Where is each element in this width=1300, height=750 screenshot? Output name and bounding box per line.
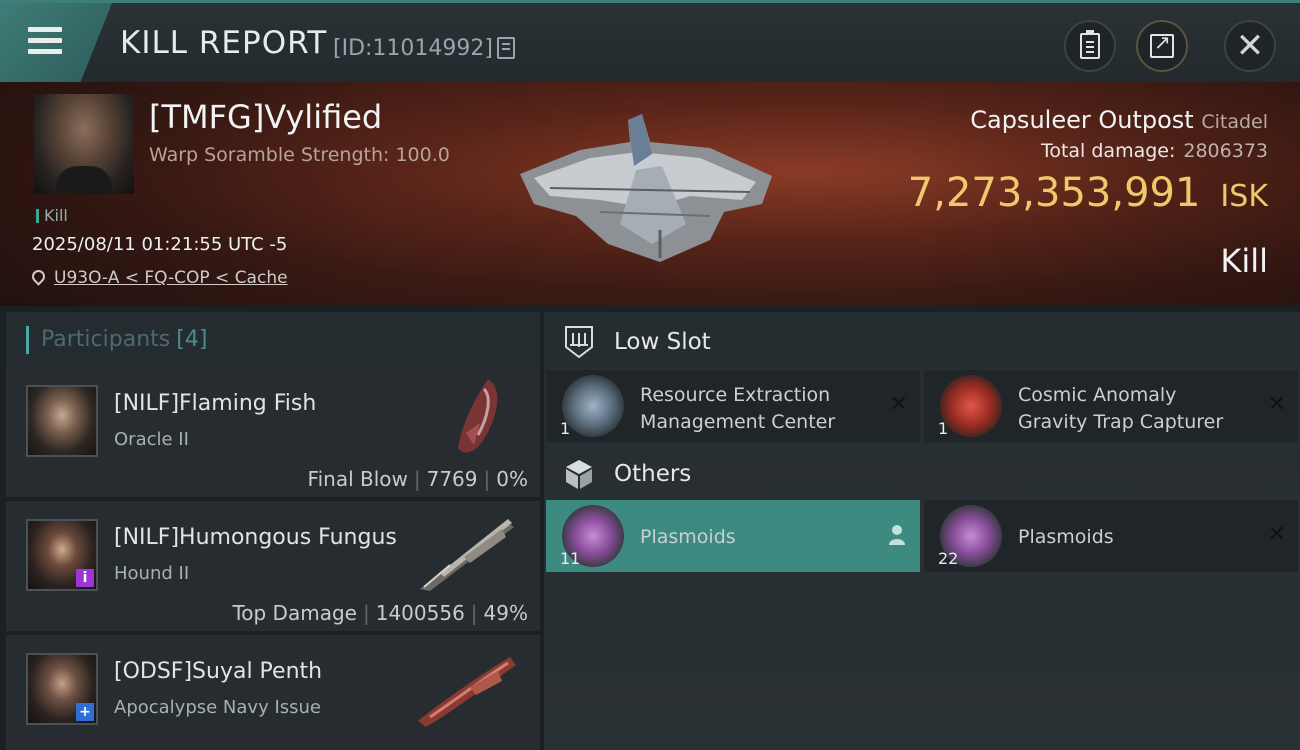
participant-avatar[interactable]: +	[26, 653, 98, 725]
victim-banner: [TMFG]Vylified Warp Soramble Strength: 1…	[0, 82, 1300, 306]
participant-damage: 1400556	[375, 601, 465, 625]
participant-ship: Apocalypse Navy Issue	[114, 697, 321, 718]
stats-separator: |	[470, 601, 478, 625]
person-icon[interactable]	[888, 524, 906, 546]
participant-stats: Top Damage | 1400556 | 49%	[232, 601, 528, 625]
participant-stats: Final Blow | 7769 | 0%	[308, 467, 528, 491]
participant-ship-image[interactable]	[410, 641, 520, 727]
remove-icon[interactable]: ✕	[1268, 392, 1286, 417]
low-slot-icon	[565, 326, 593, 359]
participant-ship-image[interactable]	[410, 373, 520, 459]
participant-damage: 7769	[426, 467, 478, 491]
kill-location-link[interactable]: U93O-A < FQ-COP < Cache	[29, 267, 288, 288]
clipboard-button[interactable]	[1064, 20, 1116, 72]
isk-amount: 7,273,353,991	[907, 170, 1201, 216]
location-pin-icon	[29, 267, 48, 286]
item-quantity: 1	[560, 419, 571, 438]
total-damage: Total damage: 2806373	[1041, 140, 1268, 162]
item-quantity: 1	[938, 419, 949, 438]
location-text: U93O-A < FQ-COP < Cache	[54, 268, 288, 288]
share-icon	[1150, 30, 1174, 58]
close-button[interactable]: ✕	[1224, 20, 1276, 72]
low-slot-item[interactable]: 1 Resource Extraction Management Center …	[546, 370, 920, 442]
participant-role: Final Blow	[307, 467, 408, 491]
participant-row[interactable]: i [NILF]Humongous Fungus Hound II Top Da…	[6, 501, 540, 635]
plus-badge-icon: +	[76, 703, 94, 721]
menu-icon	[28, 27, 62, 55]
participant-avatar[interactable]	[26, 385, 98, 457]
participant-name: [NILF]Humongous Fungus	[114, 525, 397, 550]
close-icon: ✕	[1235, 26, 1265, 66]
victim-portrait[interactable]	[34, 94, 134, 194]
participant-avatar[interactable]: i	[26, 519, 98, 591]
kill-tag: Kill	[36, 206, 68, 225]
item-name: Plasmoids	[640, 526, 736, 548]
info-badge-icon: i	[76, 569, 94, 587]
remove-icon[interactable]: ✕	[890, 392, 908, 417]
others-label: Others	[614, 461, 692, 487]
isk-value: 7,273,353,991 ISK	[908, 170, 1268, 216]
stats-separator: |	[413, 467, 421, 491]
kill-datetime: 2025/08/11 01:21:55 UTC -5	[32, 234, 288, 255]
participants-count: [4]	[176, 327, 208, 352]
participant-name: [NILF]Flaming Fish	[114, 391, 317, 416]
participants-panel: Participants [4] [NILF]Flaming Fish Orac…	[6, 312, 540, 750]
share-button[interactable]	[1136, 20, 1188, 72]
item-name-line: Management Center	[640, 411, 836, 433]
isk-unit: ISK	[1220, 179, 1268, 214]
cube-icon	[566, 460, 592, 489]
item-name-line: Gravity Trap Capturer	[1018, 411, 1224, 433]
participant-ship-image[interactable]	[410, 507, 520, 593]
copy-icon[interactable]	[497, 37, 515, 59]
participant-role: Top Damage	[232, 601, 357, 625]
item-name-line: Cosmic Anomaly	[1018, 384, 1177, 406]
participant-row[interactable]: + [ODSF]Suyal Penth Apocalypse Navy Issu…	[6, 635, 540, 750]
victim-ship-type: Capsuleer Outpost Citadel	[970, 106, 1268, 134]
item-quantity: 11	[560, 549, 581, 568]
participants-header: Participants [4]	[6, 312, 540, 367]
report-id: [ID:11014992]	[333, 36, 493, 61]
menu-button[interactable]	[0, 3, 112, 82]
participant-name: [ODSF]Suyal Penth	[114, 659, 323, 684]
total-damage-value: 2806373	[1183, 140, 1268, 162]
result-label: Kill	[1220, 242, 1268, 280]
cargo-item-selected[interactable]: 11 Plasmoids	[546, 500, 920, 572]
participant-ship: Oracle II	[114, 429, 189, 450]
low-slot-item[interactable]: 1 Cosmic Anomaly Gravity Trap Capturer ✕	[924, 370, 1298, 442]
participant-percent: 0%	[496, 467, 528, 491]
remove-icon[interactable]: ✕	[1268, 522, 1286, 547]
victim-ship-image[interactable]	[510, 112, 790, 272]
participant-ship: Hound II	[114, 563, 190, 584]
participants-label: Participants	[41, 327, 171, 352]
participant-percent: 49%	[483, 601, 528, 625]
stats-separator: |	[362, 601, 370, 625]
item-quantity: 22	[938, 549, 959, 568]
stats-separator: |	[483, 467, 491, 491]
module-thumbnail	[562, 375, 624, 437]
participant-row[interactable]: [NILF]Flaming Fish Oracle II Final Blow |…	[6, 367, 540, 501]
page-title: KILL REPORT	[120, 25, 328, 61]
ship-class: Citadel	[1201, 111, 1268, 133]
clipboard-icon	[1080, 30, 1100, 59]
item-name-line: Resource Extraction	[640, 384, 831, 406]
item-name: Resource Extraction Management Center	[640, 382, 835, 436]
low-slot-header: Low Slot	[544, 314, 1300, 370]
victim-name[interactable]: [TMFG]Vylified	[149, 98, 382, 136]
cargo-item[interactable]: 22 Plasmoids ✕	[924, 500, 1298, 572]
total-damage-label: Total damage:	[1040, 140, 1176, 162]
top-bar: KILL REPORT [ID:11014992] ✕	[0, 0, 1300, 82]
module-thumbnail	[940, 375, 1002, 437]
warp-scramble-strength: Warp Soramble Strength: 100.0	[149, 144, 450, 166]
fittings-panel: Low Slot 1 Resource Extraction Managemen…	[544, 312, 1300, 750]
item-name: Plasmoids	[1018, 526, 1114, 548]
low-slot-label: Low Slot	[614, 329, 711, 355]
item-name: Cosmic Anomaly Gravity Trap Capturer	[1018, 382, 1223, 436]
ship-type-name: Capsuleer Outpost	[970, 106, 1194, 134]
others-header: Others	[544, 446, 1300, 502]
